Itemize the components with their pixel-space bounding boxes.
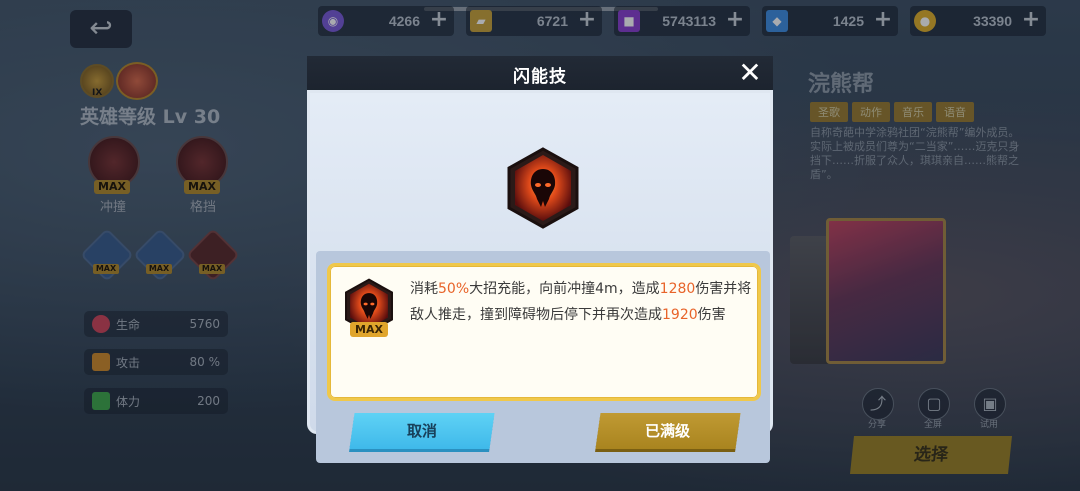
skill-detail-modal: 闪能技 ✕ MAX 消耗50%大招充能，向前冲撞4m，造成1280伤害并将敌人推… (307, 56, 773, 463)
skill-description: 消耗50%大招充能，向前冲撞4m，造成1280伤害并将敌人推走，撞到障碍物后停下… (410, 276, 756, 328)
desc-highlight: 1920 (662, 307, 698, 323)
desc-text-part: 消耗 (410, 281, 438, 297)
cancel-button[interactable]: 取消 (349, 413, 495, 449)
cancel-label: 取消 (406, 422, 437, 440)
desc-text-part: 大招充能，向前冲撞4m，造成 (469, 281, 660, 297)
desc-highlight: 1280 (659, 281, 696, 297)
modal-title: 闪能技 (513, 67, 567, 87)
desc-text-part: 伤害 (697, 307, 726, 323)
close-icon[interactable]: ✕ (735, 59, 765, 89)
desc-highlight: 50% (438, 281, 470, 297)
maxed-level-button[interactable]: 已满级 (595, 413, 741, 449)
skill-max-badge: MAX (350, 322, 388, 337)
skill-description-box: MAX 消耗50%大招充能，向前冲撞4m，造成1280伤害并将敌人推走，撞到障碍… (327, 263, 761, 401)
maxed-label: 已满级 (645, 422, 691, 440)
flash-skill-icon (506, 147, 580, 229)
modal-body: MAX 消耗50%大招充能，向前冲撞4m，造成1280伤害并将敌人推走，撞到障碍… (307, 90, 773, 463)
